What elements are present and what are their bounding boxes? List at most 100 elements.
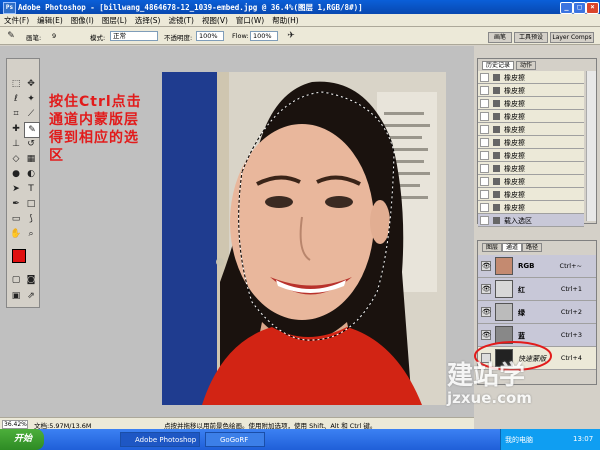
- history-item[interactable]: 橡皮擦: [478, 84, 584, 97]
- healing-brush-icon[interactable]: ✚: [9, 122, 23, 136]
- quick-mask-mode-icon[interactable]: ◙: [24, 273, 38, 287]
- taskbar-item-photoshop[interactable]: Adobe Photoshop: [120, 432, 200, 447]
- tab-layer-comps[interactable]: Layer Comps: [550, 32, 594, 43]
- opacity-field[interactable]: 100%: [196, 31, 224, 41]
- notes-tool-icon[interactable]: ▭: [9, 212, 23, 226]
- tab-tool-presets[interactable]: 工具预设: [514, 32, 548, 43]
- history-snapshot-checkbox[interactable]: [480, 99, 489, 108]
- brush-tool-icon[interactable]: ✎: [24, 122, 40, 138]
- brush-tool-preset-icon[interactable]: ✎: [4, 29, 18, 43]
- tab-brushes[interactable]: 画笔: [488, 32, 512, 43]
- shape-tool-icon[interactable]: □: [24, 197, 38, 211]
- visibility-eye-icon[interactable]: 👁: [481, 284, 491, 294]
- visibility-eye-icon[interactable]: 👁: [481, 261, 491, 271]
- history-item[interactable]: 橡皮擦: [478, 71, 584, 84]
- channel-row[interactable]: 👁 RGB Ctrl+~: [478, 255, 596, 278]
- history-item[interactable]: 橡皮擦: [478, 123, 584, 136]
- window-title: Adobe Photoshop - [billwang_4864678-12_1…: [18, 3, 363, 12]
- tab-history[interactable]: 历史记录: [482, 61, 515, 70]
- zoom-tool-icon[interactable]: ⌕: [24, 227, 38, 241]
- dodge-tool-icon[interactable]: ◐: [24, 167, 38, 181]
- history-item[interactable]: 载入选区: [478, 214, 584, 227]
- standard-mode-icon[interactable]: ▢: [9, 273, 23, 287]
- history-item[interactable]: 橡皮擦: [478, 149, 584, 162]
- type-tool-icon[interactable]: T: [24, 182, 38, 196]
- zoom-level[interactable]: 36.42%: [2, 420, 28, 429]
- menu-select[interactable]: 选择(S): [131, 14, 165, 27]
- magic-wand-tool-icon[interactable]: ✦: [24, 92, 38, 106]
- slice-tool-icon[interactable]: ⟋: [24, 107, 38, 121]
- screen-mode-icon[interactable]: ▣: [9, 289, 23, 303]
- history-snapshot-checkbox[interactable]: [480, 203, 489, 212]
- menu-image[interactable]: 图像(I): [67, 14, 98, 27]
- jump-to-imageready-icon[interactable]: ⇗: [24, 289, 38, 303]
- channel-row[interactable]: 👁 绿 Ctrl+2: [478, 301, 596, 324]
- visibility-eye-icon[interactable]: 👁: [481, 307, 491, 317]
- history-snapshot-checkbox[interactable]: [480, 138, 489, 147]
- tab-paths[interactable]: 路径: [522, 243, 543, 252]
- history-item[interactable]: 橡皮擦: [478, 201, 584, 214]
- history-snapshot-checkbox[interactable]: [480, 190, 489, 199]
- lasso-tool-icon[interactable]: ℓ: [9, 92, 23, 106]
- pen-tool-icon[interactable]: ✒: [9, 197, 23, 211]
- menu-layer[interactable]: 图层(L): [98, 14, 131, 27]
- gradient-tool-icon[interactable]: ▦: [24, 152, 38, 166]
- history-item[interactable]: 橡皮擦: [478, 97, 584, 110]
- channel-shortcut: Ctrl+4: [560, 354, 582, 362]
- history-scrollbar[interactable]: [586, 71, 596, 221]
- title-bar: Ps Adobe Photoshop - [billwang_4864678-1…: [0, 0, 600, 14]
- history-snapshot-checkbox[interactable]: [480, 177, 489, 186]
- menu-edit[interactable]: 编辑(E): [33, 14, 67, 27]
- menu-filter[interactable]: 滤镜(T): [165, 14, 198, 27]
- mode-select[interactable]: 正常: [110, 31, 158, 41]
- history-snapshot-checkbox[interactable]: [480, 151, 489, 160]
- start-button[interactable]: 开始: [0, 429, 44, 450]
- tab-actions[interactable]: 动作: [516, 61, 537, 70]
- close-button[interactable]: ×: [586, 2, 599, 14]
- history-item[interactable]: 橡皮擦: [478, 175, 584, 188]
- history-snapshot-checkbox[interactable]: [480, 112, 489, 121]
- eyedropper-tool-icon[interactable]: ⟆: [24, 212, 38, 226]
- history-snapshot-checkbox[interactable]: [480, 125, 489, 134]
- minimize-button[interactable]: _: [560, 2, 573, 14]
- move-tool-icon[interactable]: ✥: [24, 77, 38, 91]
- history-item-label: 橡皮擦: [504, 100, 525, 108]
- flow-field[interactable]: 100%: [250, 31, 278, 41]
- history-snapshot-checkbox[interactable]: [480, 164, 489, 173]
- airbrush-icon[interactable]: ✈: [284, 29, 298, 43]
- hand-tool-icon[interactable]: ✋: [9, 227, 23, 241]
- menu-help[interactable]: 帮助(H): [268, 14, 303, 27]
- taskbar-item-gogorf[interactable]: GoGoRF: [205, 432, 265, 447]
- menu-window[interactable]: 窗口(W): [232, 14, 268, 27]
- tab-channels[interactable]: 通道: [502, 243, 523, 252]
- maximize-button[interactable]: □: [573, 2, 586, 14]
- menu-view[interactable]: 视图(V): [198, 14, 232, 27]
- menu-file[interactable]: 文件(F): [0, 14, 33, 27]
- tray-label[interactable]: 我的电脑: [505, 435, 533, 445]
- tab-layers[interactable]: 图层: [482, 243, 503, 252]
- brush-size[interactable]: 9: [52, 32, 56, 40]
- history-snapshot-checkbox[interactable]: [480, 86, 489, 95]
- history-brush-icon[interactable]: ↺: [24, 137, 38, 151]
- history-snapshot-checkbox[interactable]: [480, 216, 489, 225]
- foreground-color-swatch[interactable]: [12, 249, 26, 263]
- crop-tool-icon[interactable]: ⌗: [9, 107, 23, 121]
- eraser-icon: [493, 113, 500, 120]
- history-item-label: 载入选区: [504, 217, 532, 225]
- watermark-text: 建站学: [447, 361, 526, 391]
- stamp-tool-icon[interactable]: ⊥: [9, 137, 23, 151]
- path-select-icon[interactable]: ➤: [9, 182, 23, 196]
- marquee-tool-icon[interactable]: ⬚: [9, 77, 23, 91]
- clock[interactable]: 13:07: [573, 435, 593, 443]
- history-item[interactable]: 橡皮擦: [478, 188, 584, 201]
- eraser-tool-icon[interactable]: ◇: [9, 152, 23, 166]
- history-item[interactable]: 橡皮擦: [478, 110, 584, 123]
- eraser-icon: [493, 139, 500, 146]
- history-item[interactable]: 橡皮擦: [478, 162, 584, 175]
- eraser-icon: [493, 126, 500, 133]
- history-item[interactable]: 橡皮擦: [478, 136, 584, 149]
- blur-tool-icon[interactable]: ●: [9, 167, 23, 181]
- channel-row[interactable]: 👁 红 Ctrl+1: [478, 278, 596, 301]
- history-snapshot-checkbox[interactable]: [480, 73, 489, 82]
- document-canvas[interactable]: [162, 72, 446, 405]
